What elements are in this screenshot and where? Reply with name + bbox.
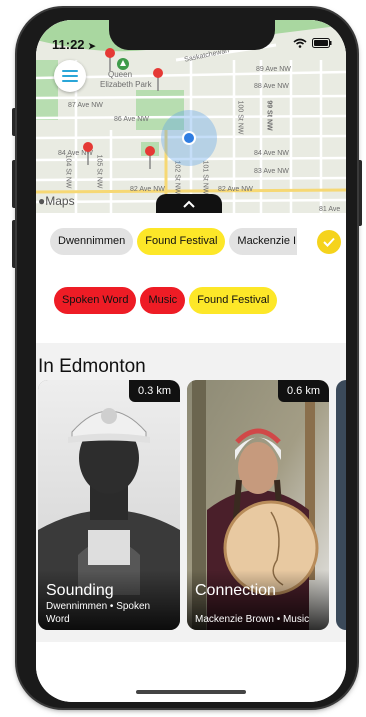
event-card[interactable]: 0.6 km Connection Mackenzie Brown • Musi… <box>187 380 329 630</box>
map-pin-icon[interactable] <box>105 48 115 72</box>
collapse-map-button[interactable] <box>156 194 222 213</box>
distance-badge: 0.3 km <box>128 380 180 402</box>
filter-chip[interactable]: Spoken Word <box>54 287 137 314</box>
event-card[interactable]: 0.3 km Sounding Dwennimmen • Spoken Word <box>38 380 180 630</box>
map-pin-icon[interactable] <box>145 146 155 170</box>
map-label: 100 St NW <box>236 100 244 135</box>
map-label: 99 St NW <box>265 100 273 131</box>
phone-power-button <box>357 160 362 226</box>
map-label: 86 Ave NW <box>114 116 149 123</box>
map-label: 87 Ave NW <box>68 102 103 109</box>
map-pin-icon[interactable] <box>153 68 163 92</box>
location-arrow-icon: ➤ <box>88 41 96 51</box>
card-title: Connection <box>195 582 276 599</box>
filter-chip[interactable]: Found Festival <box>137 228 226 255</box>
map-label: 88 Ave NW <box>254 83 289 90</box>
filter-chip[interactable]: Dwennimmen <box>50 228 134 255</box>
map-label: 101 St NW <box>201 160 209 195</box>
status-icons <box>293 38 332 48</box>
apply-filters-button[interactable] <box>317 230 341 254</box>
filter-row-primary: Dwennimmen Found Festival Mackenzie I <box>50 228 298 255</box>
filter-chip[interactable]: Mackenzie I <box>229 228 298 255</box>
maps-attribution: ●Maps <box>38 194 75 208</box>
map-pin-icon[interactable] <box>83 142 93 166</box>
card-subtitle: Dwennimmen • Spoken Word <box>46 601 151 625</box>
card-title: Sounding <box>46 582 114 599</box>
home-indicator[interactable] <box>136 690 246 694</box>
wifi-icon <box>293 38 307 48</box>
menu-button[interactable] <box>54 60 86 92</box>
chevron-up-icon <box>183 200 195 208</box>
map-label: 83 Ave NW <box>254 168 289 175</box>
map-label: 82 Ave NW <box>130 186 165 193</box>
filter-panel: Dwennimmen Found Festival Mackenzie I Sp… <box>36 213 346 343</box>
map-label: 104 St NW <box>64 154 72 189</box>
notch <box>109 20 275 50</box>
map-label: 81 Ave <box>319 206 341 213</box>
card-subtitle: Mackenzie Brown • Music <box>195 614 310 625</box>
filter-chip[interactable]: Found Festival <box>189 287 278 314</box>
map-label: 102 St NW <box>173 160 181 195</box>
battery-icon <box>312 38 332 48</box>
map-label: 89 Ave NW <box>256 66 291 73</box>
map-label: Elizabeth Park <box>100 80 152 89</box>
map-label: 82 Ave NW <box>218 186 253 193</box>
app-screen: Saskatchewan Queen Elizabeth Park 89 Ave… <box>36 20 346 702</box>
map-label: 105 St NW <box>95 154 103 189</box>
distance-badge: 0.6 km <box>277 380 329 402</box>
section-title: In Edmonton <box>38 356 146 377</box>
park-marker-icon <box>117 58 129 70</box>
menu-icon <box>62 70 78 82</box>
current-location-indicator <box>161 110 217 166</box>
map-label: 84 Ave NW <box>254 150 289 157</box>
checkmark-icon <box>323 237 335 247</box>
event-card-partial[interactable] <box>336 380 346 630</box>
filter-row-secondary: Spoken Word Music Found Festival <box>54 287 278 314</box>
status-time: 11:22 ➤ <box>52 37 96 52</box>
filter-chip[interactable]: Music <box>140 287 186 314</box>
